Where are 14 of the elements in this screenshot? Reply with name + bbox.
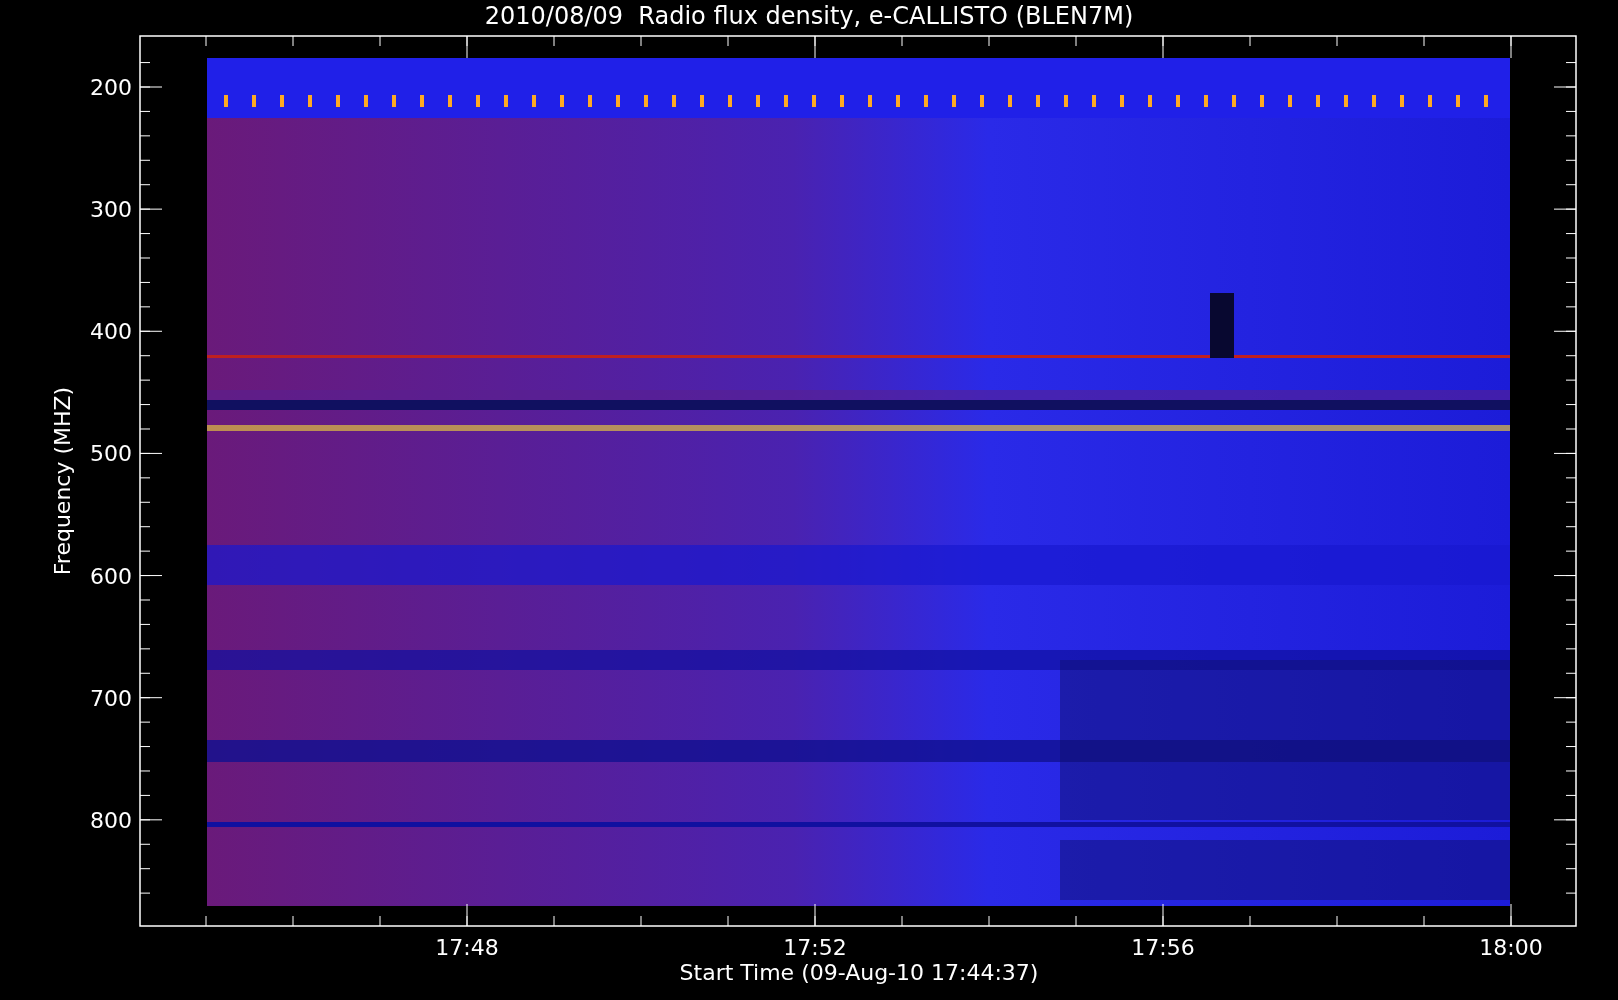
x-tick-label: 18:00 [1479, 935, 1543, 960]
y-axis-label: Frequency (MHZ) [50, 386, 75, 576]
y-tick-label: 500 [90, 441, 132, 467]
y-tick-label: 300 [90, 197, 132, 223]
y-tick-label: 800 [90, 807, 132, 833]
chart-title: 2010/08/09 Radio flux density, e-CALLISTO (BLEN7M) [484, 1, 1134, 32]
x-tick-label: 17:52 [783, 935, 847, 960]
x-tick-label: 17:48 [435, 935, 499, 960]
y-tick-label: 400 [90, 319, 132, 345]
x-axis-label: Start Time (09-Aug-10 17:44:37) [679, 960, 1039, 985]
x-tick-label: 17:56 [1131, 935, 1195, 960]
y-tick-label: 200 [90, 75, 132, 100]
y-tick-label: 600 [90, 563, 132, 589]
y-tick-label: 700 [90, 685, 132, 711]
